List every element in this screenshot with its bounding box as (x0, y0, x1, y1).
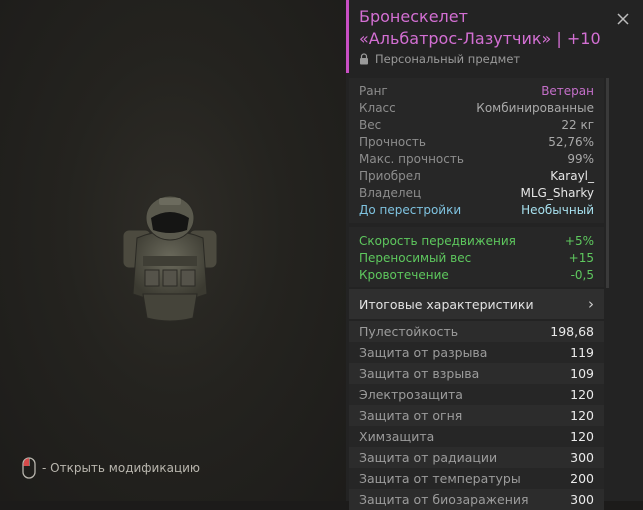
mouse-icon (22, 457, 36, 479)
info-value: MLG_Sharky (520, 185, 594, 200)
close-icon (617, 13, 629, 25)
stat-value: 120 (570, 408, 594, 423)
info-row-rank: Ранг Ветеран (349, 82, 604, 99)
stat-label: Пулестойкость (359, 324, 459, 339)
stat-row: Защита от разрыва 119 (349, 342, 604, 363)
open-modification-hint: - Открыть модификацию (22, 456, 200, 480)
info-label: Приобрел (359, 168, 421, 183)
item-header: Бронескелет «Альбатрос-Лазутчик» | +10 П… (359, 0, 609, 66)
info-value: 52,76% (548, 134, 594, 149)
stat-row: Электрозащита 120 (349, 384, 604, 405)
bonus-value: +5% (564, 233, 594, 248)
stat-label: Защита от радиации (359, 450, 498, 465)
info-label: До перестройки (359, 202, 462, 217)
stat-row: Защита от радиации 300 (349, 447, 604, 468)
item-title: Бронескелет «Альбатрос-Лазутчик» | +10 (359, 0, 609, 50)
stat-row: Защита от температуры 200 (349, 468, 604, 489)
stat-value: 109 (570, 366, 594, 381)
bonus-list: Скорость передвижения +5% Переносимый ве… (349, 232, 604, 283)
total-characteristics-button[interactable]: Итоговые характеристики › (349, 289, 604, 319)
total-characteristics-label: Итоговые характеристики (359, 296, 534, 312)
armor-exoskeleton-image (122, 195, 218, 322)
hint-text: - Открыть модификацию (42, 461, 201, 475)
stat-label: Защита от биозаражения (359, 492, 529, 507)
info-value: 99% (567, 151, 594, 166)
bonus-row-bleeding: Кровотечение -0,5 (349, 266, 604, 283)
stat-label: Защита от разрыва (359, 345, 488, 360)
info-row-owner: Владелец MLG_Sharky (349, 184, 604, 201)
rarity-accent-bar (346, 0, 349, 73)
info-row-acquired: Приобрел Karayl_ (349, 167, 604, 184)
stat-label: Защита от взрыва (359, 366, 480, 381)
info-row-durability: Прочность 52,76% (349, 133, 604, 150)
stat-label: Защита от температуры (359, 471, 521, 486)
stat-value: 300 (570, 492, 594, 507)
stat-row: Защита от огня 120 (349, 405, 604, 426)
stat-label: Защита от огня (359, 408, 463, 423)
info-label: Прочность (359, 134, 426, 149)
stat-value: 120 (570, 387, 594, 402)
personal-item-label: Персональный предмет (359, 52, 609, 66)
item-info-list: Ранг Ветеран Класс Комбинированные Вес 2… (349, 82, 604, 218)
bonus-label: Кровотечение (359, 267, 449, 282)
stat-value: 198,68 (550, 324, 594, 339)
stat-row: Химзащита 120 (349, 426, 604, 447)
info-label: Вес (359, 117, 382, 132)
lock-icon (360, 53, 368, 65)
item-title-line1: Бронескелет (359, 7, 468, 26)
info-row-before-rebuild: До перестройки Необычный (349, 201, 604, 218)
info-value: Необычный (521, 202, 594, 217)
info-row-class: Класс Комбинированные (349, 99, 604, 116)
info-scrollbar[interactable] (606, 78, 609, 288)
stat-label: Химзащита (359, 429, 435, 444)
stat-value: 120 (570, 429, 594, 444)
info-label: Ранг (359, 83, 388, 98)
info-row-max-durability: Макс. прочность 99% (349, 150, 604, 167)
bonus-label: Скорость передвижения (359, 233, 516, 248)
bonus-row-move-speed: Скорость передвижения +5% (349, 232, 604, 249)
stat-row: Защита от взрыва 109 (349, 363, 604, 384)
stat-value: 300 (570, 450, 594, 465)
stat-row: Защита от биозаражения 300 (349, 489, 604, 510)
bonus-value: +15 (568, 250, 594, 265)
info-label: Макс. прочность (359, 151, 464, 166)
stat-value: 200 (570, 471, 594, 486)
chevron-right-icon: › (588, 295, 594, 313)
protection-stats-list: Пулестойкость 198,68 Защита от разрыва 1… (349, 321, 604, 510)
info-value: Комбинированные (476, 100, 594, 115)
info-label: Класс (359, 100, 396, 115)
bonus-row-carry-weight: Переносимый вес +15 (349, 249, 604, 266)
info-value: Ветеран (541, 83, 594, 98)
info-row-weight: Вес 22 кг (349, 116, 604, 133)
item-preview-area[interactable]: - Открыть модификацию (0, 0, 346, 501)
personal-item-text: Персональный предмет (375, 52, 521, 66)
stat-row: Пулестойкость 198,68 (349, 321, 604, 342)
bonus-label: Переносимый вес (359, 250, 472, 265)
bonus-value: -0,5 (570, 267, 594, 282)
stat-value: 119 (570, 345, 594, 360)
item-title-line2: «Альбатрос-Лазутчик» | +10 (359, 29, 601, 48)
stat-label: Электрозащита (359, 387, 463, 402)
info-label: Владелец (359, 185, 422, 200)
info-value: 22 кг (561, 117, 594, 132)
info-value: Karayl_ (550, 168, 594, 183)
close-button[interactable] (614, 10, 632, 28)
